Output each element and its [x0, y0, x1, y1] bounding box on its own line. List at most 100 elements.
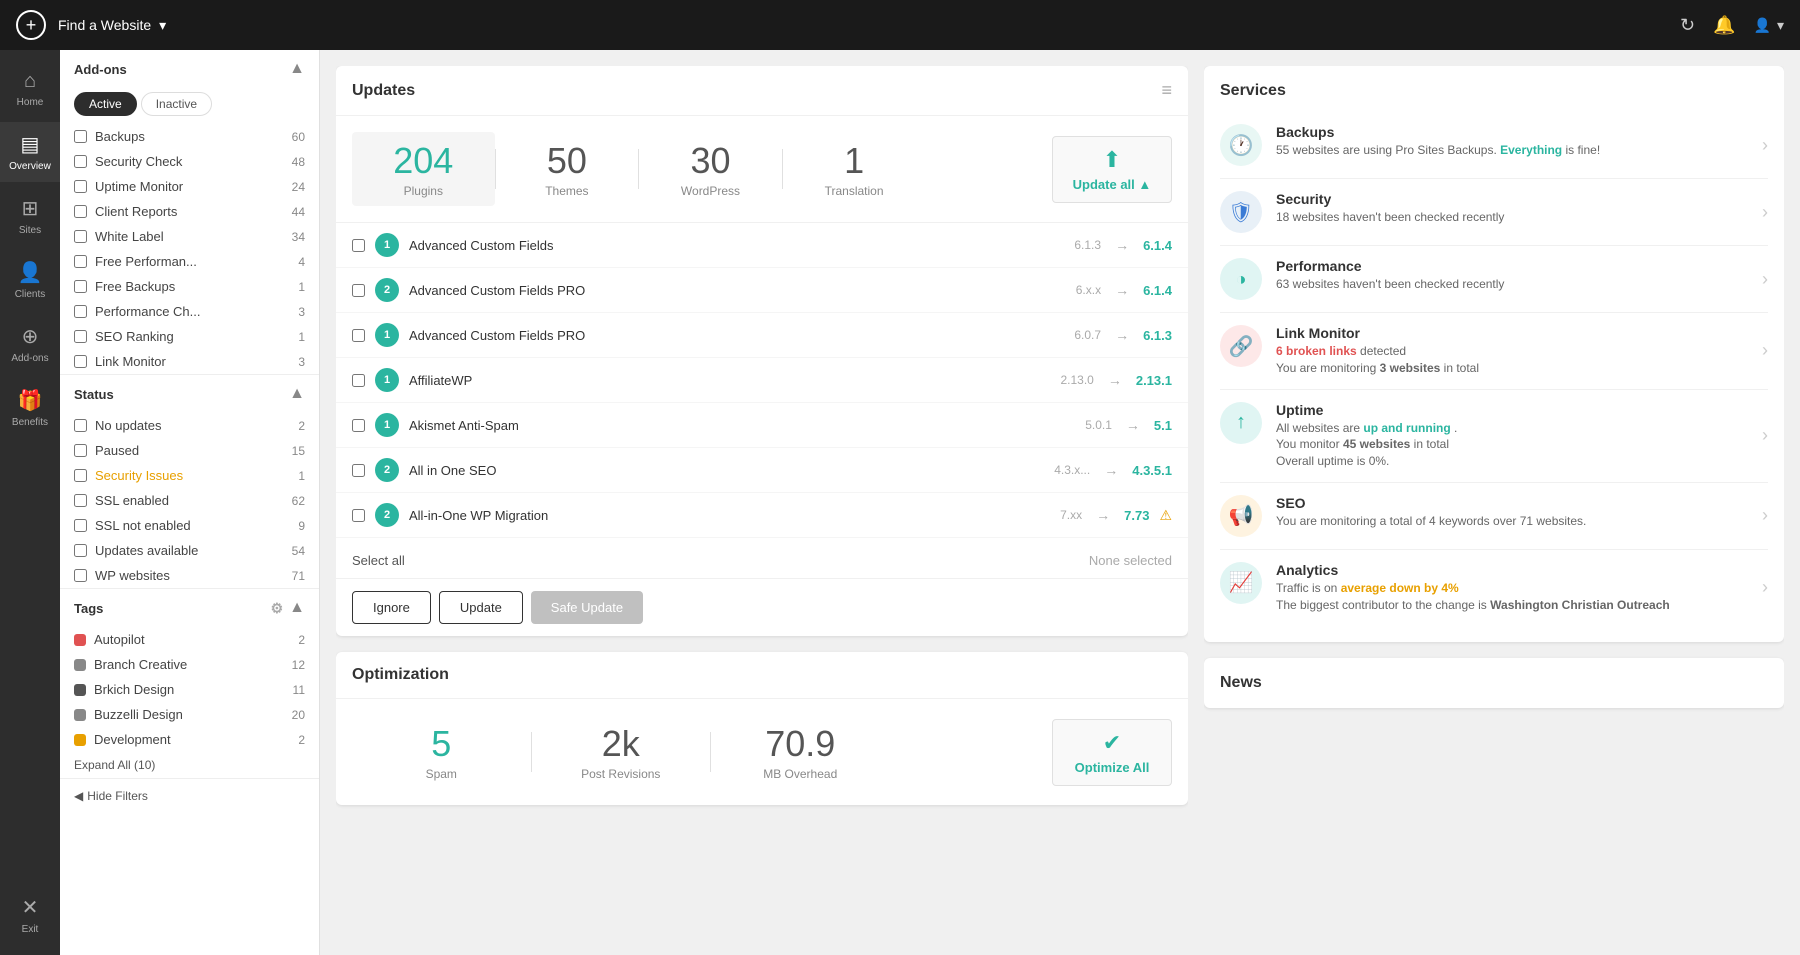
update-all-button[interactable]: ⬆ Update all ▲	[1052, 136, 1172, 203]
addon-checkbox[interactable]	[74, 305, 87, 318]
status-checkbox[interactable]	[74, 469, 87, 482]
addon-checkbox[interactable]	[74, 280, 87, 293]
seo-icon: 📢	[1220, 495, 1262, 537]
revisions-stat[interactable]: 2k Post Revisions	[532, 715, 711, 789]
plugin-checkbox[interactable]	[352, 329, 365, 342]
table-row[interactable]: 2 Advanced Custom Fields PRO 6.x.x → 6.1…	[336, 268, 1188, 313]
addon-item[interactable]: Free Backups1	[60, 274, 319, 299]
table-row[interactable]: 1 Akismet Anti-Spam 5.0.1 → 5.1	[336, 403, 1188, 448]
sidebar-item-exit[interactable]: ✕ Exit	[0, 885, 60, 945]
status-checkbox[interactable]	[74, 494, 87, 507]
table-row[interactable]: 1 Advanced Custom Fields PRO 6.0.7 → 6.1…	[336, 313, 1188, 358]
tag-item[interactable]: Branch Creative12	[60, 652, 319, 677]
addons-header[interactable]: Add-ons ▲	[60, 50, 319, 88]
update-button[interactable]: Update	[439, 591, 523, 624]
service-link-monitor[interactable]: 🔗 Link Monitor 6 broken links detectedYo…	[1220, 313, 1768, 390]
service-uptime[interactable]: ↑ Uptime All websites are up and running…	[1220, 390, 1768, 483]
sidebar-item-addons[interactable]: ⊕ Add-ons	[0, 314, 60, 374]
tag-item[interactable]: Autopilot2	[60, 627, 319, 652]
status-item[interactable]: No updates2	[60, 413, 319, 438]
active-tab[interactable]: Active	[74, 92, 137, 116]
overhead-stat[interactable]: 70.9 MB Overhead	[711, 715, 890, 789]
service-analytics[interactable]: 📈 Analytics Traffic is on average down b…	[1220, 550, 1768, 626]
hide-filters-btn[interactable]: ◀ Hide Filters	[60, 779, 319, 813]
addon-checkbox[interactable]	[74, 230, 87, 243]
status-checkbox[interactable]	[74, 444, 87, 457]
sidebar-item-home[interactable]: ⌂ Home	[0, 60, 60, 118]
addon-item[interactable]: SEO Ranking1	[60, 324, 319, 349]
addon-item[interactable]: Uptime Monitor24	[60, 174, 319, 199]
plugin-checkbox[interactable]	[352, 509, 365, 522]
status-checkbox[interactable]	[74, 544, 87, 557]
plugin-checkbox[interactable]	[352, 419, 365, 432]
table-row[interactable]: 2 All in One SEO 4.3.x... → 4.3.5.1	[336, 448, 1188, 493]
inactive-tab[interactable]: Inactive	[141, 92, 212, 116]
addon-item[interactable]: Link Monitor3	[60, 349, 319, 374]
status-item[interactable]: WP websites71	[60, 563, 319, 588]
addon-item[interactable]: Free Performan...4	[60, 249, 319, 274]
plugin-checkbox[interactable]	[352, 464, 365, 477]
addon-checkbox[interactable]	[74, 155, 87, 168]
addon-checkbox[interactable]	[74, 205, 87, 218]
addon-item[interactable]: Client Reports44	[60, 199, 319, 224]
addon-count: 34	[292, 230, 305, 244]
spam-stat[interactable]: 5 Spam	[352, 715, 531, 789]
table-row[interactable]: 1 AffiliateWP 2.13.0 → 2.13.1	[336, 358, 1188, 403]
plugin-name: Advanced Custom Fields PRO	[409, 283, 1066, 298]
plugin-checkbox[interactable]	[352, 374, 365, 387]
addon-item[interactable]: Security Check48	[60, 149, 319, 174]
service-seo[interactable]: 📢 SEO You are monitoring a total of 4 ke…	[1220, 483, 1768, 550]
addon-checkbox[interactable]	[74, 355, 87, 368]
optimize-all-button[interactable]: ✔ Optimize All	[1052, 719, 1172, 786]
user-menu[interactable]: 👤 ▾	[1754, 17, 1784, 34]
service-performance[interactable]: ◑ Performance 63 websites haven't been c…	[1220, 246, 1768, 313]
addon-checkbox[interactable]	[74, 330, 87, 343]
add-button[interactable]: +	[16, 10, 46, 40]
status-item[interactable]: SSL not enabled9	[60, 513, 319, 538]
addon-item[interactable]: Performance Ch...3	[60, 299, 319, 324]
addon-checkbox[interactable]	[74, 130, 87, 143]
addon-checkbox[interactable]	[74, 180, 87, 193]
translation-stat[interactable]: 1 Translation	[783, 132, 926, 206]
plugin-checkbox[interactable]	[352, 284, 365, 297]
addons-collapse-icon: ▲	[289, 60, 305, 78]
sidebar-item-benefits[interactable]: 🎁 Benefits	[0, 378, 60, 438]
status-header[interactable]: Status ▲	[60, 375, 319, 413]
status-item[interactable]: Updates available54	[60, 538, 319, 563]
sidebar-item-overview[interactable]: ▤ Overview	[0, 122, 60, 182]
status-checkbox[interactable]	[74, 569, 87, 582]
sidebar-item-clients[interactable]: 👤 Clients	[0, 250, 60, 310]
table-row[interactable]: 2 All-in-One WP Migration 7.xx → 7.73 ⚠	[336, 493, 1188, 538]
status-checkbox[interactable]	[74, 419, 87, 432]
status-item[interactable]: Security Issues1	[60, 463, 319, 488]
wordpress-stat[interactable]: 30 WordPress	[639, 132, 782, 206]
optimize-icon: ✔	[1103, 730, 1121, 756]
bell-icon[interactable]: 🔔	[1713, 15, 1735, 36]
addon-checkbox[interactable]	[74, 255, 87, 268]
tags-header[interactable]: Tags ⚙ ▲	[60, 589, 319, 627]
tag-item[interactable]: Buzzelli Design20	[60, 702, 319, 727]
tag-item[interactable]: Development2	[60, 727, 319, 752]
select-all-label[interactable]: Select all	[352, 553, 405, 568]
refresh-icon[interactable]: ↻	[1680, 15, 1695, 36]
service-backups[interactable]: 🕐 Backups 55 websites are using Pro Site…	[1220, 112, 1768, 179]
status-item[interactable]: SSL enabled62	[60, 488, 319, 513]
find-website-dropdown[interactable]: Find a Website ▾	[58, 17, 1668, 34]
plugins-stat[interactable]: 204 Plugins	[352, 132, 495, 206]
themes-stat[interactable]: 50 Themes	[496, 132, 639, 206]
ignore-button[interactable]: Ignore	[352, 591, 431, 624]
table-row[interactable]: 1 Advanced Custom Fields 6.1.3 → 6.1.4	[336, 223, 1188, 268]
updates-menu-icon[interactable]: ≡	[1161, 80, 1172, 101]
sidebar-item-sites[interactable]: ⊞ Sites	[0, 186, 60, 246]
status-checkbox[interactable]	[74, 519, 87, 532]
addon-item[interactable]: Backups60	[60, 124, 319, 149]
tag-item[interactable]: Brkich Design11	[60, 677, 319, 702]
addon-item[interactable]: White Label34	[60, 224, 319, 249]
service-security[interactable]: 🛡 Security 18 websites haven't been chec…	[1220, 179, 1768, 246]
expand-all[interactable]: Expand All (10)	[60, 752, 319, 778]
plugin-checkbox[interactable]	[352, 239, 365, 252]
tag-count: 11	[293, 683, 305, 697]
tags-settings-icon[interactable]: ⚙	[271, 600, 284, 617]
status-item[interactable]: Paused15	[60, 438, 319, 463]
safe-update-button[interactable]: Safe Update	[531, 591, 643, 624]
